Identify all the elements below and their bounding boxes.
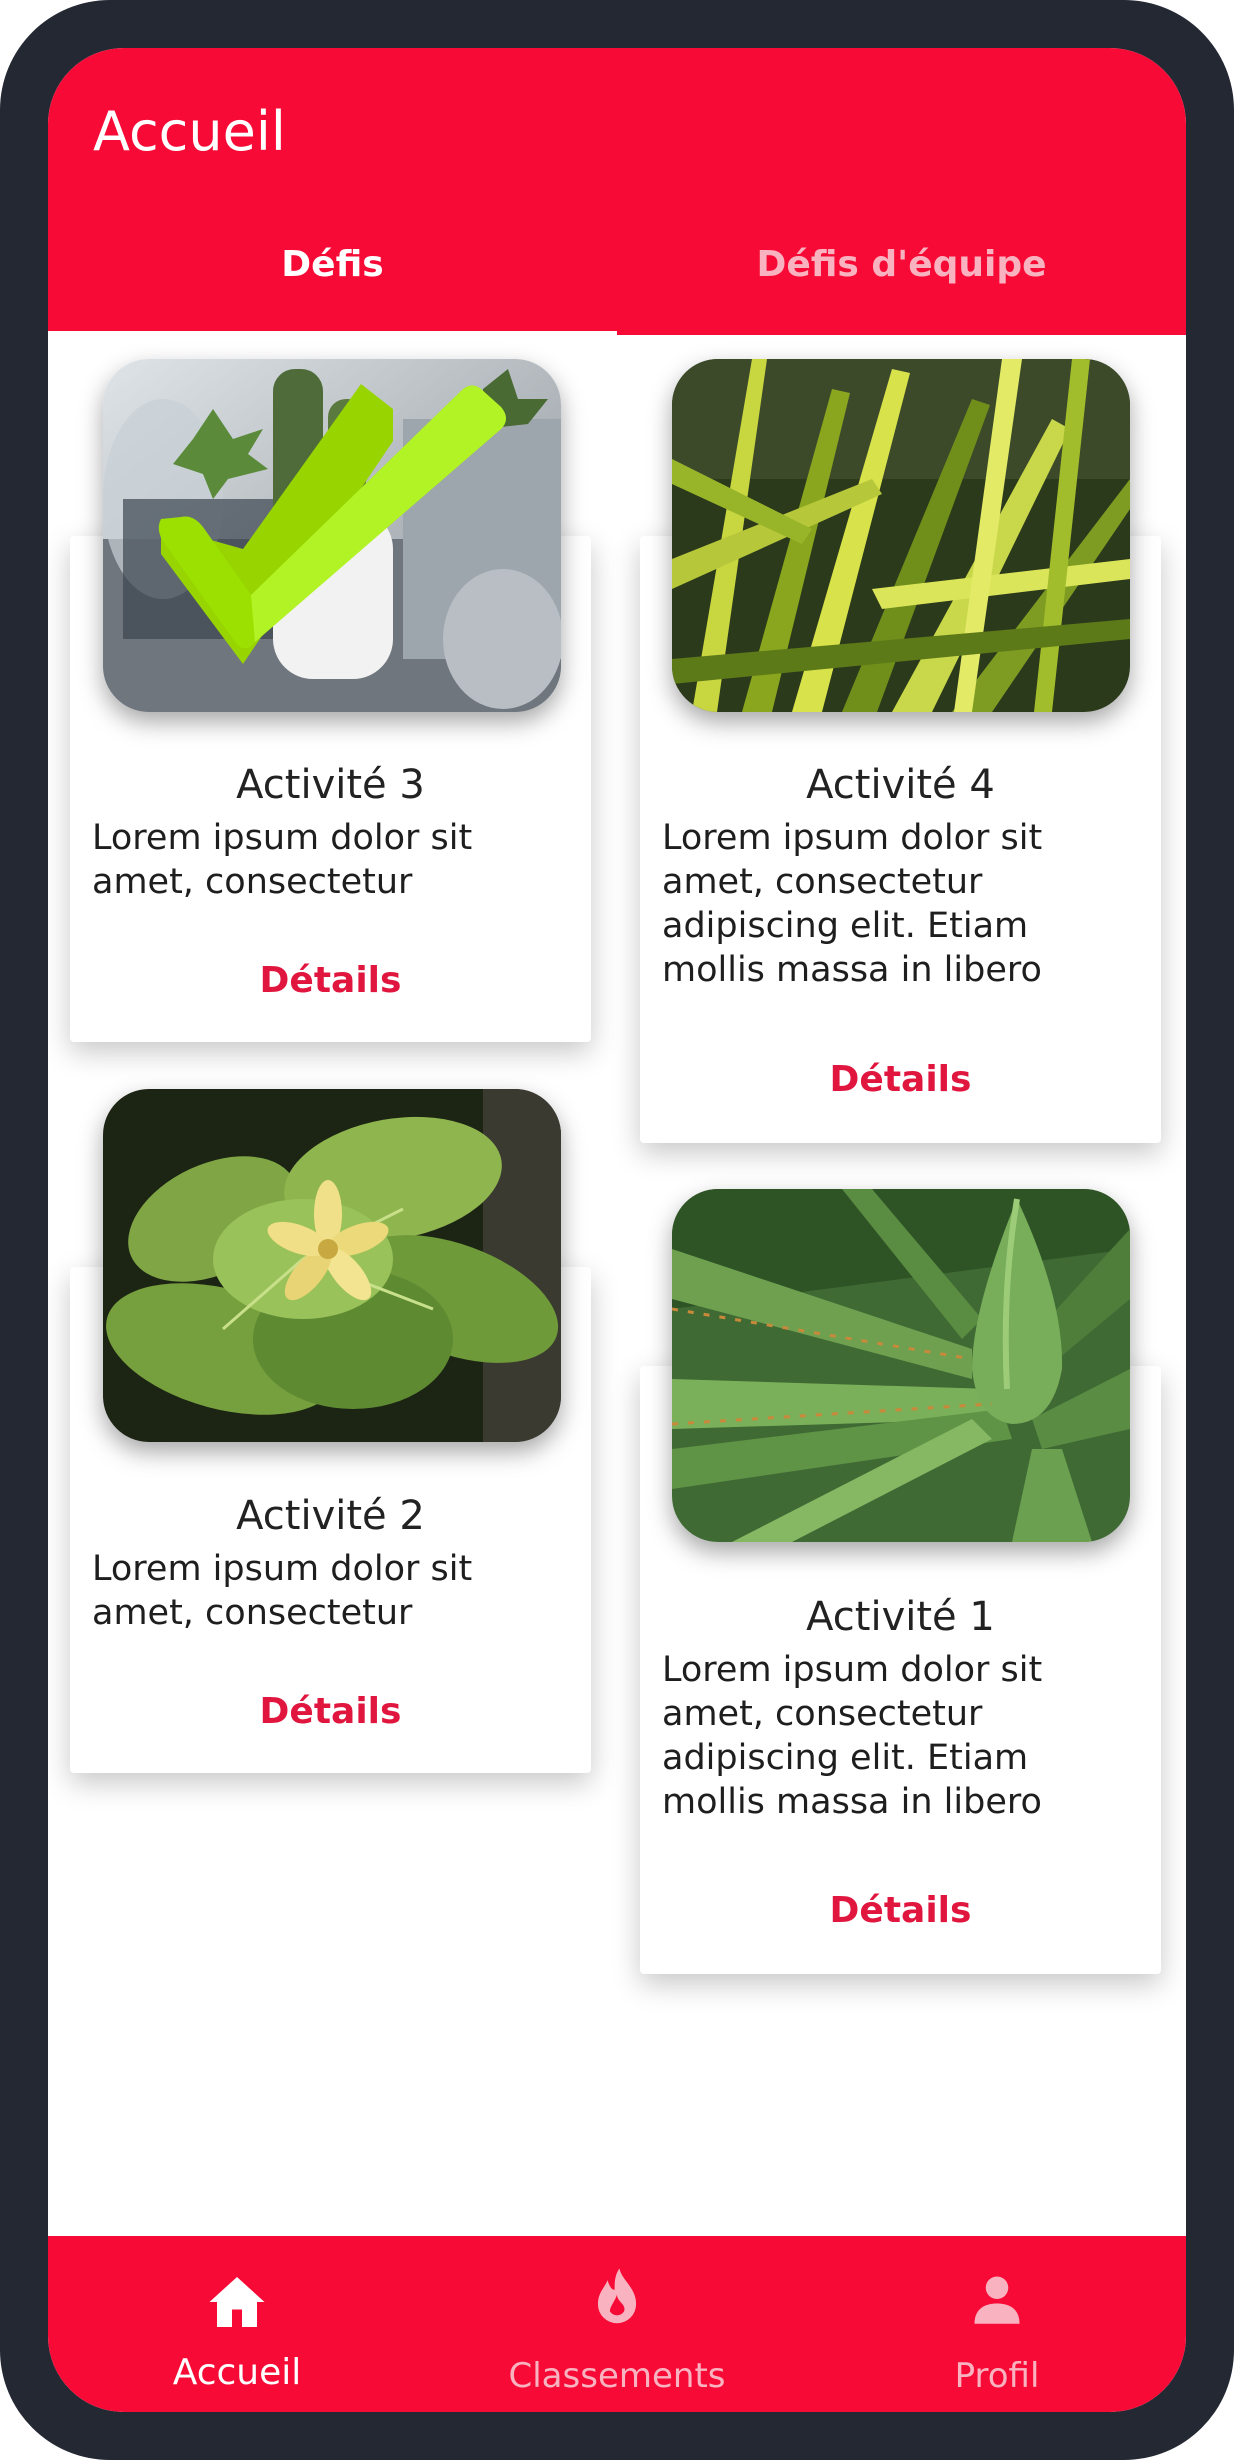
card-title: Activité 2 <box>236 1493 425 1539</box>
nav-item-classements[interactable]: Classements <box>477 2264 757 2404</box>
activity-image <box>672 359 1130 712</box>
card-description: Lorem ipsum dolor sit amet, consectetur <box>92 1549 473 1633</box>
person-icon <box>974 2276 1020 2324</box>
phone-frame: Accueil Défis Défis d'équipe Activité 3 … <box>0 0 1234 2460</box>
app-screen: Accueil Défis Défis d'équipe Activité 3 … <box>48 48 1186 2412</box>
nav-label: Accueil <box>172 2352 302 2393</box>
activity-image <box>103 1089 561 1442</box>
bottom-navigation: Accueil Classements Profil <box>48 2236 1186 2412</box>
tab-defis-equipe-label: Défis d'équipe <box>756 244 1047 285</box>
card-description: Lorem ipsum dolor sit amet, consectetur … <box>662 818 1043 984</box>
nav-item-accueil[interactable]: Accueil <box>97 2264 377 2404</box>
nav-item-profil[interactable]: Profil <box>857 2264 1137 2404</box>
card-title: Activité 4 <box>806 762 995 808</box>
tab-defis-equipe[interactable]: Défis d'équipe <box>617 244 1186 335</box>
tab-indicator <box>48 331 617 336</box>
home-icon <box>209 2277 265 2327</box>
details-link[interactable]: Détails <box>70 960 591 1001</box>
fire-icon <box>597 2268 637 2324</box>
details-link[interactable]: Détails <box>70 1691 591 1732</box>
tab-defis[interactable]: Défis <box>48 244 617 335</box>
card-description: Lorem ipsum dolor sit amet, consectetur <box>92 818 473 902</box>
details-link[interactable]: Détails <box>640 1059 1161 1100</box>
activity-image <box>103 359 561 712</box>
tab-defis-label: Défis <box>281 244 384 285</box>
card-title: Activité 1 <box>806 1594 995 1640</box>
app-bar: Accueil Défis Défis d'équipe <box>48 48 1186 336</box>
card-description: Lorem ipsum dolor sit amet, consectetur … <box>662 1650 1043 1816</box>
page-title: Accueil <box>93 100 286 163</box>
activity-image <box>672 1189 1130 1542</box>
nav-label: Profil <box>954 2356 1040 2396</box>
nav-label: Classements <box>508 2356 726 2396</box>
details-link[interactable]: Détails <box>640 1890 1161 1931</box>
card-title: Activité 3 <box>236 762 425 808</box>
